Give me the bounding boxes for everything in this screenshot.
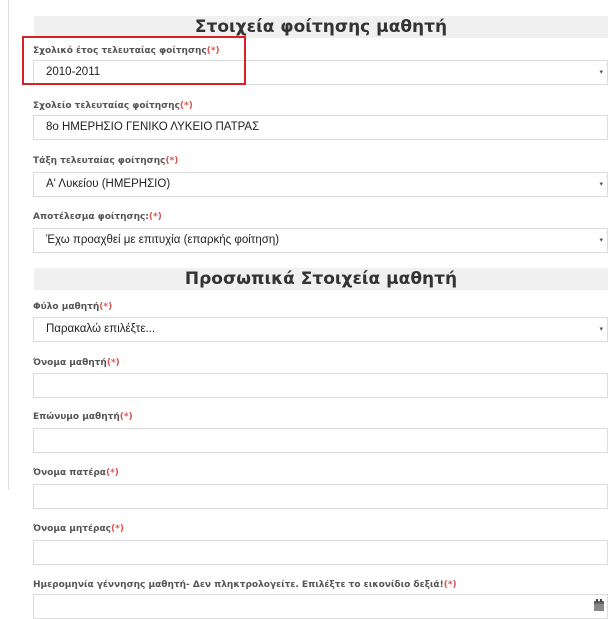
chevron-down-icon: ▾ xyxy=(599,69,603,76)
section-title-personal: Προσωπικά Στοιχεία μαθητή xyxy=(34,268,608,290)
first-name-label: Όνομα μαθητή(*) xyxy=(33,358,120,368)
section-title-attendance: Στοιχεία φοίτησης μαθητή xyxy=(34,16,608,38)
chevron-down-icon: ▾ xyxy=(599,237,603,244)
school-label-text: Σχολείο τελευταίας φοίτησης xyxy=(33,101,180,111)
calendar-icon[interactable] xyxy=(594,599,604,611)
school-field[interactable]: 8ο ΗΜΕΡΗΣΙΟ ΓΕΝΙΚΟ ΛΥΚΕΙΟ ΠΑΤΡΑΣ xyxy=(33,115,608,140)
class-label-text: Τάξη τελευταίας φοίτησης xyxy=(33,156,166,166)
father-name-input[interactable] xyxy=(33,484,608,509)
required-marker: (*) xyxy=(105,468,119,478)
result-value: Έχω προαχθεί με επιτυχία (επαρκής φοίτησ… xyxy=(46,234,280,246)
school-value: 8ο ΗΜΕΡΗΣΙΟ ΓΕΝΙΚΟ ΛΥΚΕΙΟ ΠΑΤΡΑΣ xyxy=(46,121,260,133)
result-select[interactable]: Έχω προαχθεί με επιτυχία (επαρκής φοίτησ… xyxy=(33,228,608,253)
birth-date-label-text: Ημερομηνία γέννησης μαθητή- Δεν πληκτρολ… xyxy=(33,580,444,590)
gender-label: Φύλο μαθητή(*) xyxy=(33,302,112,312)
page-left-border xyxy=(8,0,9,490)
last-name-label-text: Επώνυμο μαθητή xyxy=(33,412,120,422)
first-name-input[interactable] xyxy=(33,373,608,398)
result-label-text: Αποτέλεσμα φοίτησης: xyxy=(33,212,149,222)
first-name-label-text: Όνομα μαθητή xyxy=(33,358,107,368)
gender-label-text: Φύλο μαθητή xyxy=(33,302,100,312)
last-name-input[interactable] xyxy=(33,428,608,453)
last-name-label: Επώνυμο μαθητή(*) xyxy=(33,412,133,422)
required-marker: (*) xyxy=(111,524,124,534)
required-marker: (*) xyxy=(148,212,162,222)
gender-value: Παρακαλώ επιλέξτε... xyxy=(46,323,156,335)
required-marker: (*) xyxy=(165,156,179,166)
required-marker: (*) xyxy=(179,101,193,111)
required-marker: (*) xyxy=(99,302,113,312)
mother-name-input[interactable] xyxy=(33,540,608,565)
father-name-label-text: Όνομα πατέρα xyxy=(33,468,106,478)
school-label: Σχολείο τελευταίας φοίτησης(*) xyxy=(33,101,193,111)
highlight-box xyxy=(22,36,246,85)
class-select[interactable]: Α' Λυκείου (ΗΜΕΡΗΣΙΟ) ▾ xyxy=(33,172,608,197)
mother-name-label: Όνομα μητέρας(*) xyxy=(33,524,124,534)
father-name-label: Όνομα πατέρα(*) xyxy=(33,468,119,478)
birth-date-input[interactable] xyxy=(33,594,608,619)
result-label: Αποτέλεσμα φοίτησης:(*) xyxy=(33,212,162,222)
class-value: Α' Λυκείου (ΗΜΕΡΗΣΙΟ) xyxy=(46,178,171,190)
required-marker: (*) xyxy=(119,412,133,422)
birth-date-label: Ημερομηνία γέννησης μαθητή- Δεν πληκτρολ… xyxy=(33,580,457,590)
chevron-down-icon: ▾ xyxy=(599,326,603,333)
chevron-down-icon: ▾ xyxy=(599,181,603,188)
required-marker: (*) xyxy=(106,358,120,368)
class-label: Τάξη τελευταίας φοίτησης(*) xyxy=(33,156,178,166)
gender-select[interactable]: Παρακαλώ επιλέξτε... ▾ xyxy=(33,317,608,342)
mother-name-label-text: Όνομα μητέρας xyxy=(33,524,112,534)
required-marker: (*) xyxy=(443,580,457,590)
